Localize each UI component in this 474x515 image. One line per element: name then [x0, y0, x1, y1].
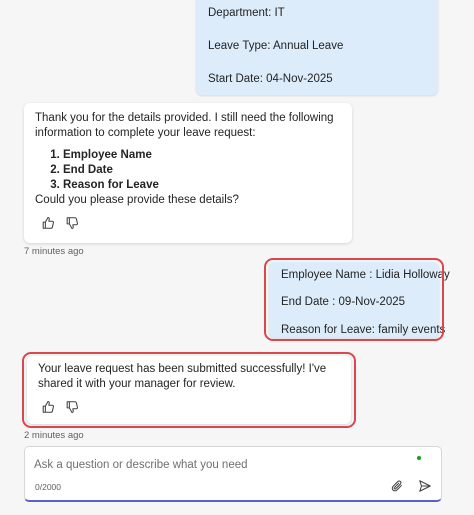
missing-field-item: Employee Name — [63, 148, 344, 163]
message-timestamp: 7 minutes ago — [24, 246, 84, 257]
department-line: Department: IT — [208, 7, 285, 19]
reason-line: Reason for Leave: family events — [281, 324, 446, 336]
status-dot — [417, 456, 421, 460]
user-message-employee-details: Employee Name : Lidia Holloway End Date … — [269, 262, 450, 338]
thumbs-down-icon[interactable] — [65, 400, 79, 414]
character-counter: 0/2000 — [35, 482, 61, 492]
bot-confirmation-text: Your leave request has been submitted su… — [38, 363, 327, 390]
leave-type-line: Leave Type: Annual Leave — [208, 40, 344, 52]
missing-field-item: End Date — [63, 163, 344, 178]
bot-message-text: Thank you for the details provided. I st… — [35, 111, 344, 208]
missing-fields-list: Employee Name End Date Reason for Leave — [35, 148, 344, 193]
missing-field-item: Reason for Leave — [63, 178, 344, 193]
reaction-buttons — [41, 400, 79, 414]
send-icon[interactable] — [417, 478, 433, 494]
start-date-line: Start Date: 04-Nov-2025 — [208, 73, 333, 85]
user-message-department: Department: IT Leave Type: Annual Leave … — [196, 0, 438, 95]
bot-intro-text: Thank you for the details provided. I st… — [35, 112, 334, 139]
message-input[interactable] — [34, 456, 394, 474]
thumbs-down-icon[interactable] — [65, 216, 79, 230]
bot-message-submitted: Your leave request has been submitted su… — [27, 356, 351, 424]
thumbs-up-icon[interactable] — [41, 216, 55, 230]
thumbs-up-icon[interactable] — [41, 400, 55, 414]
end-date-line: End Date : 09-Nov-2025 — [281, 296, 406, 308]
message-timestamp: 2 minutes ago — [24, 430, 84, 441]
bot-message-request-details: Thank you for the details provided. I st… — [24, 103, 352, 243]
bot-outro-text: Could you please provide these details? — [35, 194, 239, 206]
paperclip-icon[interactable] — [389, 478, 405, 494]
employee-name-line: Employee Name : Lidia Holloway — [281, 269, 450, 281]
reaction-buttons — [41, 216, 79, 230]
message-composer: 0/2000 — [24, 446, 442, 502]
